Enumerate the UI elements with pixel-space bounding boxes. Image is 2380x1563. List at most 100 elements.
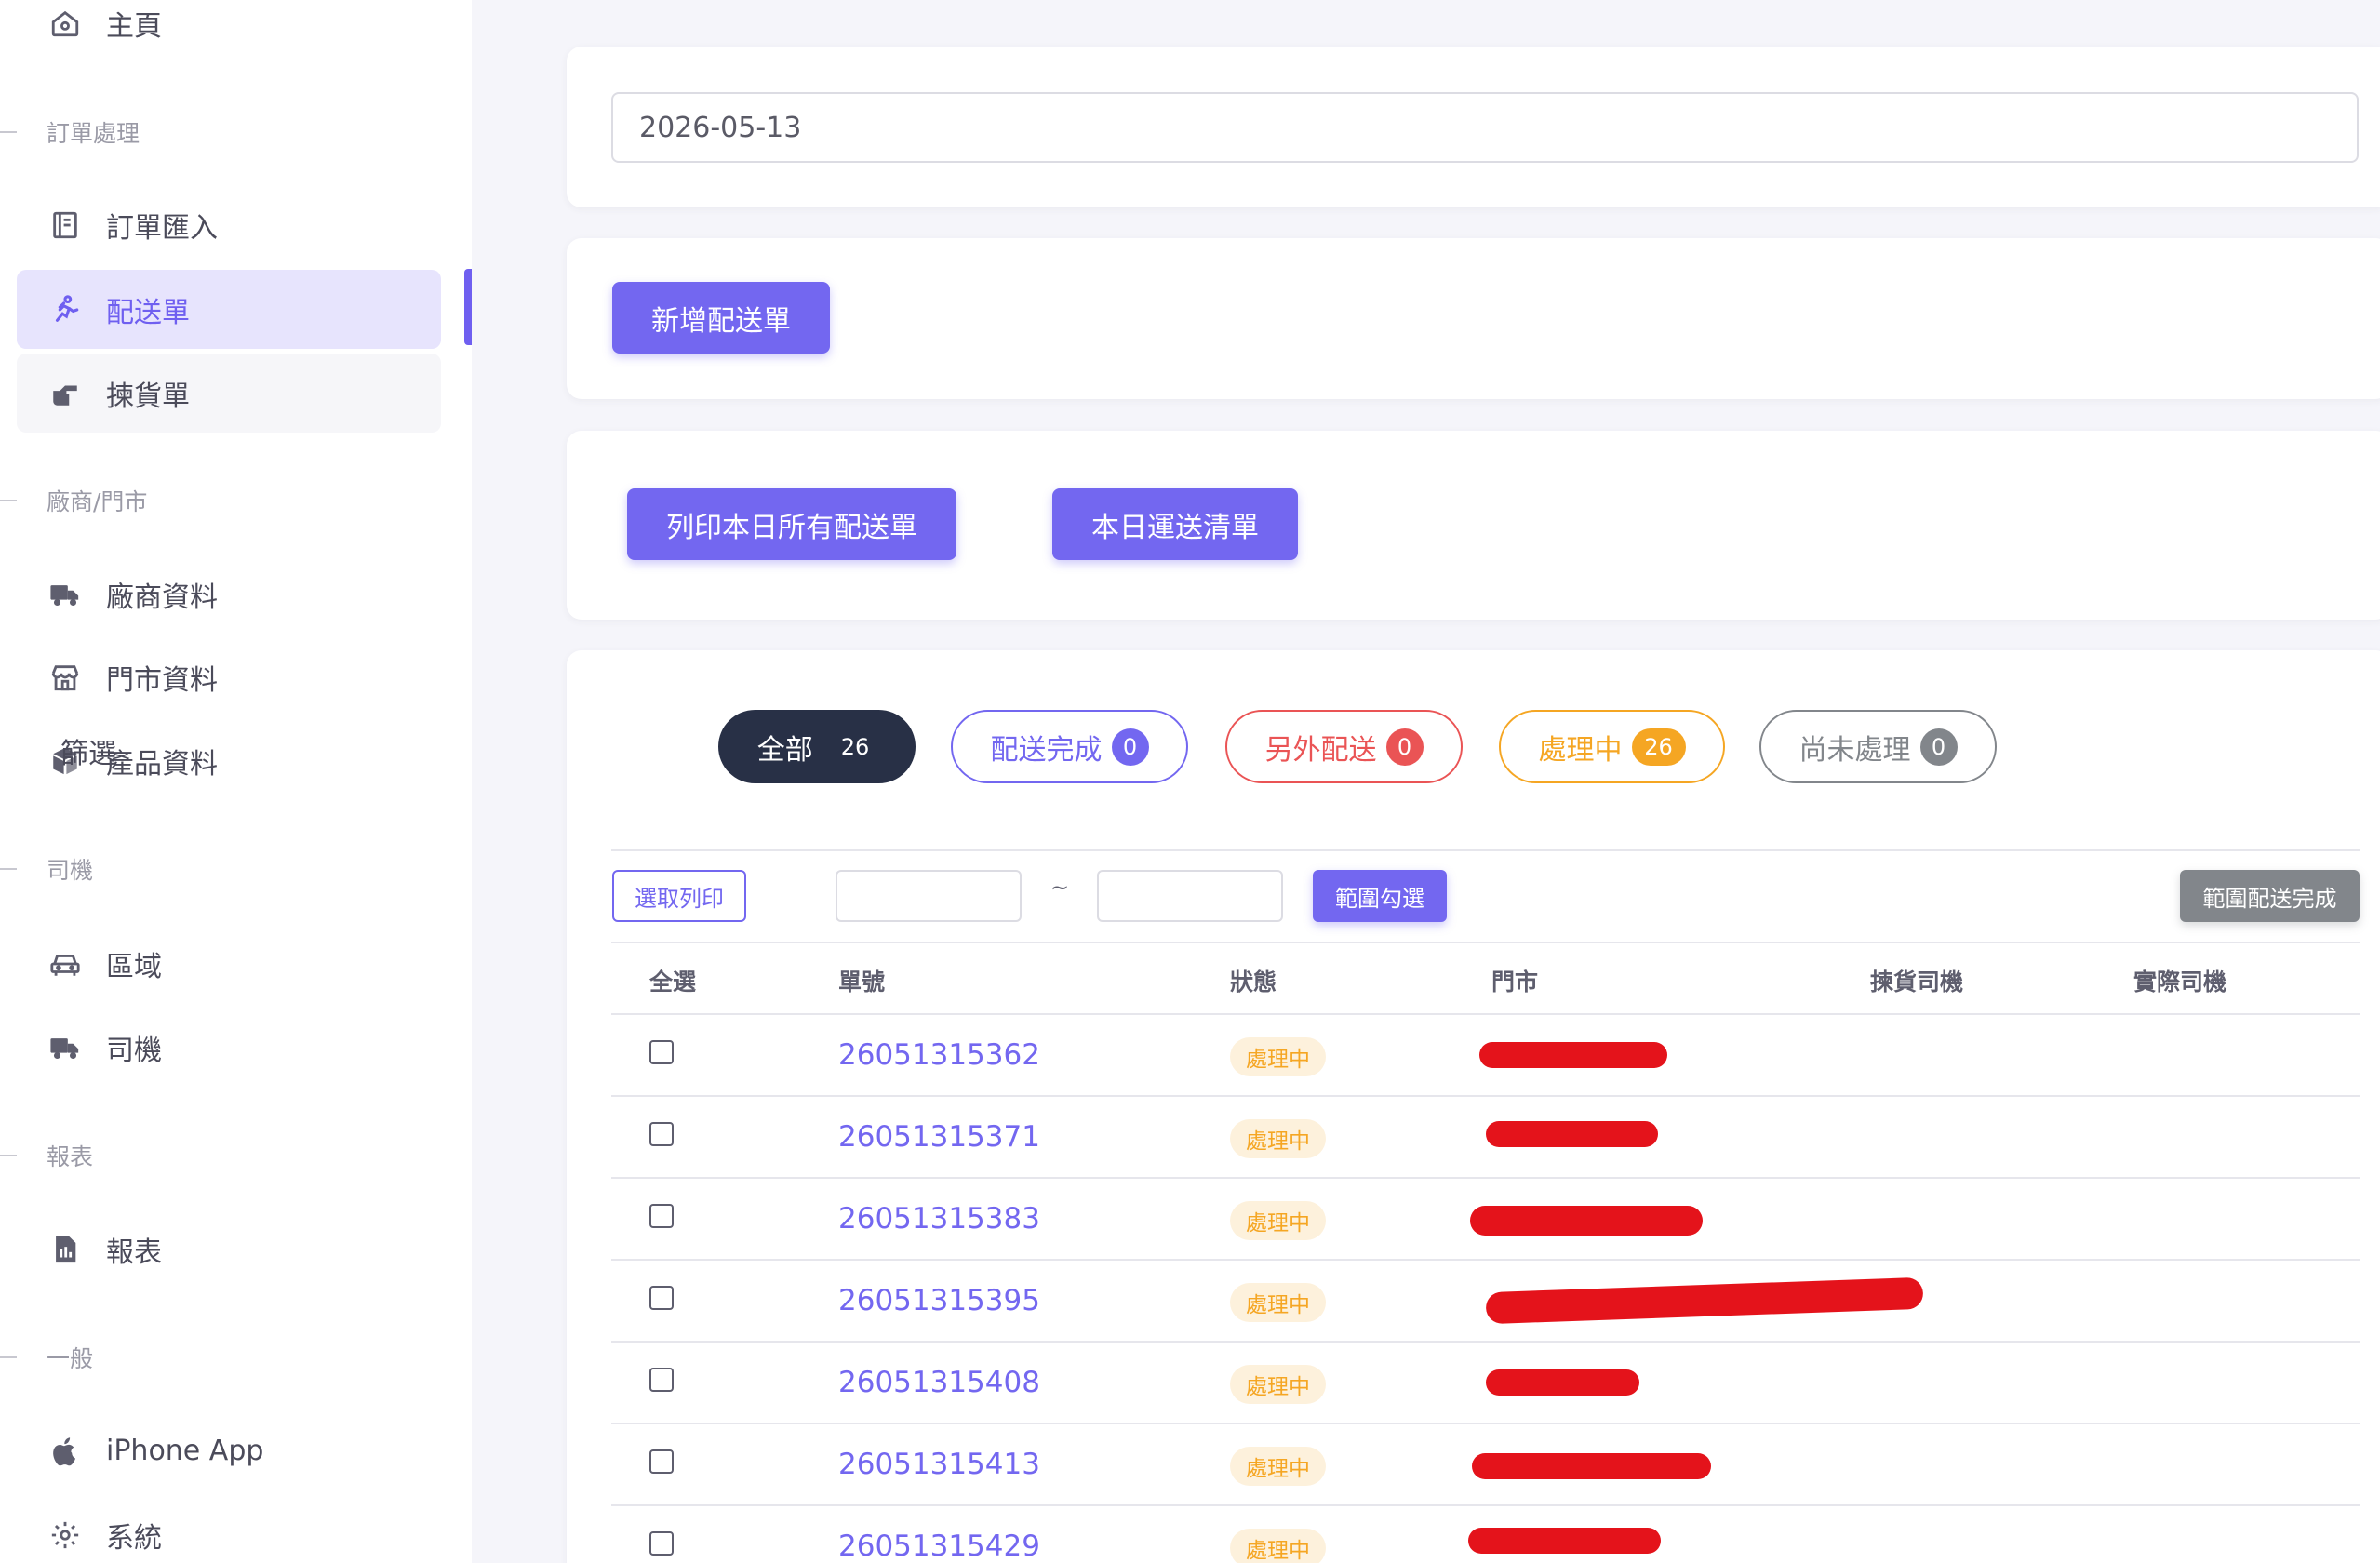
sidebar-item-label: 廠商資料: [106, 581, 218, 614]
row-divider: [611, 1177, 2360, 1179]
sidebar-item-home[interactable]: 主頁: [17, 0, 441, 62]
redacted-store: [1470, 1206, 1703, 1236]
running-person-icon: [48, 293, 82, 327]
filter-done-pill[interactable]: 配送完成 0: [951, 710, 1188, 783]
truck-icon: [48, 1031, 82, 1064]
sidebar-item-label: 司機: [106, 1034, 162, 1067]
gear-icon: [48, 1518, 82, 1552]
section-label: 報表: [47, 1143, 94, 1170]
sidebar-item-label: 系統: [106, 1521, 162, 1555]
car-icon: [48, 947, 82, 981]
header-select-all[interactable]: 全選: [649, 964, 696, 997]
redacted-store: [1472, 1453, 1711, 1479]
order-number-link[interactable]: 26051315383: [838, 1202, 1040, 1236]
row-divider: [611, 1013, 2360, 1015]
header-picking-driver: 揀貨司機: [1870, 969, 1964, 995]
pill-label: 全部: [756, 733, 813, 767]
print-card: 列印本日所有配送單 本日運送清單: [567, 431, 2380, 620]
status-badge: 處理中: [1230, 1365, 1326, 1404]
sidebar-item-drivers[interactable]: 司機: [17, 1008, 441, 1087]
filter-pending-pill[interactable]: 尚未處理 0: [1759, 710, 1997, 783]
new-delivery-card: 新增配送單: [567, 238, 2380, 399]
range-check-button[interactable]: 範圍勾選: [1313, 870, 1447, 922]
sidebar-item-label: 訂單匯入: [106, 211, 218, 245]
status-badge: 處理中: [1230, 1119, 1326, 1158]
sidebar-item-order-import[interactable]: 訂單匯入: [17, 185, 441, 264]
hand-pointing-icon: [48, 377, 82, 410]
filter-label: 篩選: [60, 738, 116, 770]
date-card: 2026-05-13: [567, 47, 2380, 207]
new-delivery-button[interactable]: 新增配送單: [612, 282, 830, 354]
range-done-button[interactable]: 範圍配送完成: [2180, 870, 2360, 922]
range-separator: ~: [1050, 875, 1070, 901]
sidebar-item-picking[interactable]: 揀貨單: [17, 354, 441, 433]
sidebar-section-vendors: 廠商/門市: [0, 482, 147, 519]
redacted-store: [1486, 1369, 1639, 1396]
status-badge: 處理中: [1230, 1529, 1326, 1563]
redacted-store: [1479, 1042, 1667, 1068]
active-indicator: [464, 269, 472, 345]
sidebar-item-stores[interactable]: 門市資料: [17, 637, 441, 716]
pill-count: 26: [1631, 728, 1686, 766]
sidebar-item-label: 產品資料: [106, 747, 218, 781]
row-divider: [611, 1504, 2360, 1506]
row-checkbox[interactable]: [649, 1531, 674, 1556]
sidebar-section-general: 一般: [0, 1339, 93, 1376]
date-value: 2026-05-13: [639, 111, 802, 144]
sidebar-item-label: 報表: [106, 1236, 162, 1269]
header-order-no: 單號: [838, 969, 886, 995]
range-start-input[interactable]: [836, 870, 1022, 922]
sidebar: 主頁 訂單處理 訂單匯入 配送單 揀貨單 廠商/門市 廠商資料 門市資料 產品資…: [0, 0, 472, 1563]
pill-label: 尚未處理: [1798, 733, 1911, 767]
print-all-button[interactable]: 列印本日所有配送單: [627, 488, 956, 560]
range-end-input[interactable]: [1097, 870, 1283, 922]
home-icon: [48, 7, 82, 40]
sidebar-item-reports[interactable]: 報表: [17, 1209, 441, 1289]
order-number-link[interactable]: 26051315362: [838, 1038, 1040, 1072]
filter-all-pill[interactable]: 全部 26: [718, 710, 916, 783]
pill-count: 0: [1919, 728, 1958, 766]
status-badge: 處理中: [1230, 1283, 1326, 1322]
row-divider: [611, 1423, 2360, 1424]
section-label: 司機: [47, 857, 94, 884]
order-number-link[interactable]: 26051315429: [838, 1530, 1040, 1563]
report-file-icon: [48, 1233, 82, 1266]
sidebar-item-label: 揀貨單: [106, 380, 190, 413]
order-number-link[interactable]: 26051315371: [838, 1120, 1040, 1154]
orders-card: [567, 650, 2380, 1563]
pill-label: 另外配送: [1264, 733, 1377, 767]
today-list-button[interactable]: 本日運送清單: [1052, 488, 1298, 560]
row-checkbox[interactable]: [649, 1286, 674, 1310]
section-label: 一般: [47, 1345, 94, 1372]
header-status: 狀態: [1230, 969, 1277, 995]
order-number-link[interactable]: 26051315408: [838, 1366, 1040, 1399]
row-checkbox[interactable]: [649, 1122, 674, 1146]
row-checkbox[interactable]: [649, 1449, 674, 1474]
divider: [611, 849, 2360, 851]
select-print-button[interactable]: 選取列印: [612, 870, 746, 922]
sidebar-item-system[interactable]: 系統: [17, 1495, 441, 1563]
divider: [611, 942, 2360, 943]
redacted-store: [1486, 1121, 1658, 1147]
sidebar-item-delivery[interactable]: 配送單: [17, 270, 441, 349]
apple-icon: [48, 1435, 82, 1468]
filter-other-pill[interactable]: 另外配送 0: [1225, 710, 1463, 783]
sidebar-item-label: iPhone App: [106, 1435, 264, 1467]
redacted-store: [1468, 1528, 1661, 1554]
order-number-link[interactable]: 26051315395: [838, 1284, 1040, 1317]
sidebar-item-vendors[interactable]: 廠商資料: [17, 554, 441, 634]
section-label: 訂單處理: [47, 120, 140, 147]
row-checkbox[interactable]: [649, 1040, 674, 1064]
filter-processing-pill[interactable]: 處理中 26: [1499, 710, 1725, 783]
sidebar-item-label: 主頁: [106, 9, 162, 43]
status-badge: 處理中: [1230, 1447, 1326, 1486]
sidebar-item-iphone-app[interactable]: iPhone App: [17, 1411, 441, 1490]
date-input[interactable]: 2026-05-13: [611, 92, 2359, 163]
row-checkbox[interactable]: [649, 1368, 674, 1392]
sidebar-item-areas[interactable]: 區域: [17, 924, 441, 1003]
order-number-link[interactable]: 26051315413: [838, 1448, 1040, 1481]
status-badge: 處理中: [1230, 1201, 1326, 1240]
header-store: 門市: [1491, 969, 1539, 995]
pill-count: 26: [840, 733, 870, 760]
row-checkbox[interactable]: [649, 1204, 674, 1228]
